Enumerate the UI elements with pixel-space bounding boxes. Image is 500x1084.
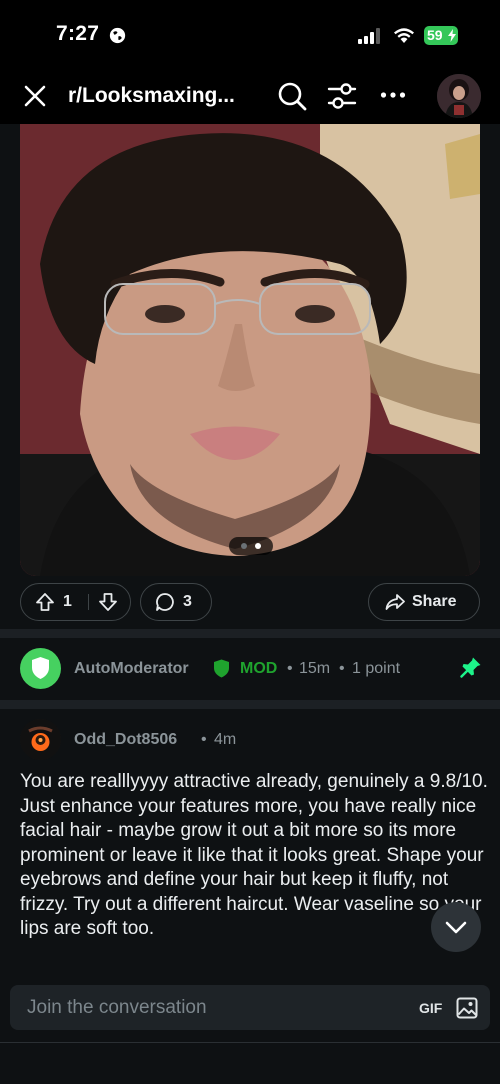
downvote-icon[interactable] bbox=[98, 592, 118, 612]
comment-time: 15m bbox=[299, 660, 331, 677]
vote-control: 1 bbox=[20, 583, 131, 621]
top-app-bar: r/Looksmaxing... bbox=[0, 68, 500, 124]
carousel-dot-2 bbox=[255, 543, 261, 549]
wifi-icon bbox=[394, 28, 414, 43]
comment-icon bbox=[156, 593, 174, 611]
image-carousel-indicator bbox=[229, 537, 273, 555]
comment-count: 3 bbox=[183, 593, 192, 610]
image-icon[interactable] bbox=[456, 997, 478, 1019]
comment-author[interactable]: Odd_Dot8506 bbox=[74, 731, 177, 749]
comment-composer-input[interactable]: Join the conversation GIF bbox=[10, 985, 490, 1030]
home-bar-divider bbox=[0, 1042, 500, 1043]
meta-separator: • bbox=[339, 660, 345, 677]
comment-time: 4m bbox=[214, 731, 237, 748]
vote-count: 1 bbox=[63, 593, 72, 610]
status-bar: 7:27 59 bbox=[0, 0, 500, 68]
meta-separator: • bbox=[287, 660, 293, 677]
clock: 7:27 bbox=[56, 22, 100, 45]
user-avatar-button[interactable] bbox=[437, 74, 481, 118]
next-comment-button[interactable] bbox=[431, 902, 481, 952]
comments-button[interactable]: 3 bbox=[140, 583, 212, 621]
composer-placeholder: Join the conversation bbox=[27, 997, 207, 1018]
comment-body: You are realllyyyy attractive already, g… bbox=[20, 771, 488, 939]
search-icon[interactable] bbox=[277, 81, 307, 111]
carousel-dot-1 bbox=[241, 543, 247, 549]
more-icon[interactable] bbox=[380, 90, 406, 100]
section-divider bbox=[0, 700, 500, 709]
signal-icon bbox=[358, 28, 380, 44]
close-icon[interactable] bbox=[22, 83, 48, 109]
shield-icon bbox=[214, 659, 229, 678]
commenter-avatar[interactable] bbox=[20, 719, 61, 760]
upvote-icon[interactable] bbox=[35, 592, 55, 612]
subreddit-title[interactable]: r/Looksmaxing... bbox=[68, 84, 235, 108]
mod-badge: MOD bbox=[240, 660, 278, 677]
globe-icon bbox=[109, 27, 126, 44]
comment-points: 1 point bbox=[352, 660, 401, 677]
post-image[interactable] bbox=[20, 124, 480, 576]
share-icon bbox=[385, 594, 405, 610]
pin-icon bbox=[460, 657, 481, 678]
share-button[interactable]: Share bbox=[368, 583, 480, 621]
automoderator-avatar[interactable] bbox=[20, 648, 61, 689]
filter-icon[interactable] bbox=[327, 81, 357, 111]
battery-level: 59 bbox=[427, 27, 443, 43]
vote-divider bbox=[88, 594, 89, 610]
battery-icon: 59 bbox=[424, 26, 458, 45]
share-label: Share bbox=[412, 593, 457, 610]
meta-separator: • bbox=[201, 731, 207, 748]
comment-author[interactable]: AutoModerator bbox=[74, 660, 189, 678]
gif-button[interactable]: GIF bbox=[419, 1000, 442, 1016]
chevron-down-icon bbox=[445, 921, 467, 934]
section-divider bbox=[0, 629, 500, 638]
